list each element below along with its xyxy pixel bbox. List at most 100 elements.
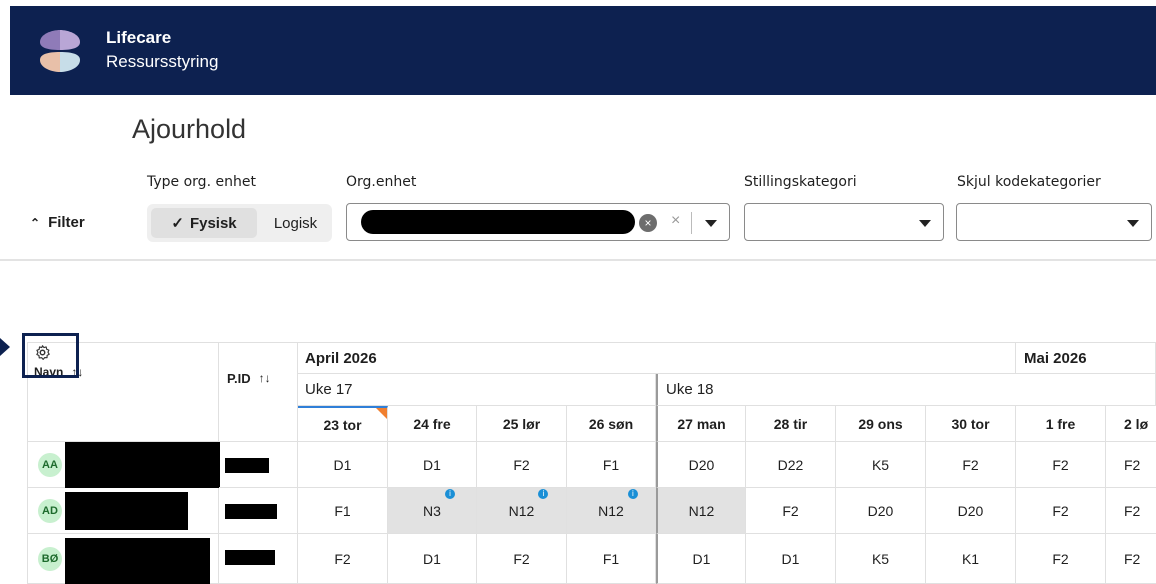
month-header: Mai 2026 [1016, 342, 1156, 374]
lifecare-logo [40, 30, 80, 72]
chevron-down-icon[interactable] [1127, 220, 1139, 227]
shift-cell[interactable]: D1 [746, 534, 836, 584]
day-header[interactable]: 30 tor [926, 406, 1016, 442]
shift-cell-text: N12 [598, 502, 624, 519]
shift-cell[interactable]: D1 [656, 534, 746, 584]
shift-cell-label: N3 i [423, 488, 455, 519]
avatar: AD [38, 499, 62, 523]
type-org-label: Type org. enhet [147, 174, 256, 190]
shift-cell[interactable]: K5 [836, 442, 926, 488]
brand-name: Lifecare [106, 28, 172, 47]
org-type-logisk[interactable]: Logisk [263, 208, 328, 238]
redacted-name [65, 442, 220, 488]
gear-icon[interactable] [34, 344, 51, 361]
pointer-arrow-icon [0, 338, 10, 356]
org-type-fysisk-label: Fysisk [189, 214, 237, 232]
shift-cell-label: N12 i [598, 488, 638, 519]
shift-cell[interactable]: D20 [926, 488, 1016, 534]
page-title: Ajourhold [132, 114, 247, 144]
sort-icon[interactable]: ↑↓ [259, 371, 271, 385]
org-type-fysisk[interactable]: ✓ Fysisk [151, 208, 257, 238]
chevron-up-icon: ⌃ [30, 216, 41, 230]
shift-cell[interactable]: F2 [746, 488, 836, 534]
column-header-pid-label: P.ID [227, 371, 251, 386]
shift-cell[interactable]: F2 [1106, 442, 1156, 488]
shift-cell[interactable]: N12 i [477, 488, 567, 534]
table-row-pid [219, 442, 298, 488]
shift-cell[interactable]: F2 [298, 534, 388, 584]
shift-cell[interactable]: F2 [477, 442, 567, 488]
table-row-name[interactable]: AA [27, 442, 220, 488]
info-icon[interactable]: i [627, 488, 638, 499]
redacted-pid [225, 504, 277, 519]
schedule-grid: Navn ↑↓ P.ID ↑↓ April 2026 Mai 2026 Uke 17… [27, 342, 1156, 584]
redacted-pid [225, 458, 269, 473]
filter-divider [0, 259, 1156, 261]
chevron-down-icon[interactable] [919, 220, 931, 227]
week-header: Uke 18 [656, 374, 1156, 406]
day-header[interactable]: 25 lør [477, 406, 567, 442]
shift-cell[interactable]: F1 [567, 442, 656, 488]
avatar: AA [38, 453, 62, 477]
org-type-toggle: ✓ Fysisk Logisk [147, 204, 332, 242]
day-header[interactable]: 27 man [656, 406, 746, 442]
shift-cell[interactable]: D20 [836, 488, 926, 534]
skjul-kodekategorier-label: Skjul kodekategorier [957, 174, 1101, 190]
filter-toggle-label: Filter [48, 214, 85, 231]
skjul-kodekategorier-select[interactable] [956, 203, 1152, 241]
column-header-pid[interactable]: P.ID ↑↓ [219, 342, 298, 442]
shift-cell-label: N12 i [508, 488, 549, 519]
org-unit-select[interactable]: × × [346, 203, 730, 241]
shift-cell[interactable]: N12 [656, 488, 746, 534]
shift-cell[interactable]: F2 [1106, 488, 1156, 534]
day-header-today[interactable]: 23 tor [298, 406, 388, 442]
shift-cell[interactable]: K5 [836, 534, 926, 584]
table-row-name[interactable]: AD [27, 488, 219, 534]
table-row-pid [219, 534, 298, 584]
day-header[interactable]: 24 fre [388, 406, 477, 442]
day-header[interactable]: 1 fre [1016, 406, 1106, 442]
shift-cell[interactable]: D1 [388, 442, 477, 488]
shift-cell[interactable]: F2 [1016, 534, 1106, 584]
shift-cell-text: N12 [508, 502, 535, 519]
shift-cell[interactable]: D1 [388, 534, 477, 584]
column-settings-highlight[interactable] [22, 333, 79, 378]
stillingskategori-select[interactable] [744, 203, 944, 241]
remove-chip-icon[interactable]: × [639, 214, 657, 232]
org-unit-label: Org.enhet [346, 174, 417, 190]
redacted-name [65, 538, 210, 584]
shift-cell[interactable]: D1 [298, 442, 388, 488]
month-header: April 2026 [298, 342, 1016, 374]
day-header[interactable]: 2 lø [1106, 406, 1156, 442]
day-header[interactable]: 29 ons [836, 406, 926, 442]
shift-cell[interactable]: D22 [746, 442, 836, 488]
select-separator [691, 212, 692, 234]
check-icon: ✓ [171, 215, 184, 232]
shift-cell[interactable]: F2 [1016, 488, 1106, 534]
shift-cell[interactable]: K1 [926, 534, 1016, 584]
day-header[interactable]: 26 søn [567, 406, 656, 442]
shift-cell[interactable]: F2 [1016, 442, 1106, 488]
info-icon[interactable]: i [444, 488, 455, 499]
weekend-flag-icon [376, 408, 387, 419]
shift-cell[interactable]: F1 [567, 534, 656, 584]
day-header[interactable]: 28 tir [746, 406, 836, 442]
app-header: Lifecare Ressursstyring [10, 6, 1156, 95]
clear-icon[interactable]: × [671, 212, 680, 230]
selected-org-chip-redacted [361, 210, 635, 234]
shift-cell[interactable]: F2 [1106, 534, 1156, 584]
shift-cell-text: N3 [423, 502, 441, 519]
avatar: BØ [38, 547, 62, 571]
shift-cell[interactable]: D20 [656, 442, 746, 488]
chevron-down-icon[interactable] [705, 220, 717, 227]
info-icon[interactable]: i [538, 488, 549, 499]
shift-cell[interactable]: F1 [298, 488, 388, 534]
stillingskategori-label: Stillingskategori [744, 174, 857, 190]
shift-cell[interactable]: F2 [926, 442, 1016, 488]
brand-subtitle: Ressursstyring [106, 52, 219, 71]
table-row-name[interactable]: BØ [27, 534, 219, 584]
shift-cell[interactable]: N12 i [567, 488, 656, 534]
filter-toggle[interactable]: ⌃ Filter [30, 214, 85, 231]
shift-cell[interactable]: N3 i [388, 488, 477, 534]
shift-cell[interactable]: F2 [477, 534, 567, 584]
